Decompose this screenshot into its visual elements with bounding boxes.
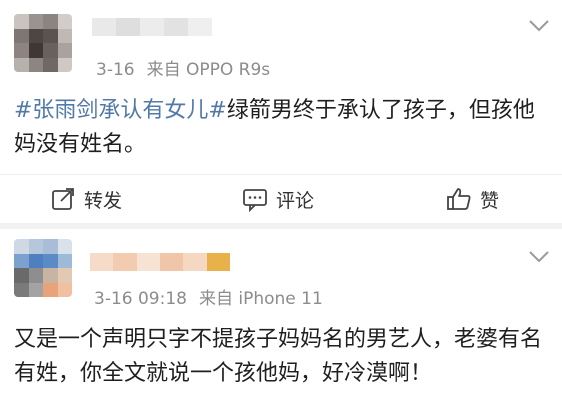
- post-time: 3-16: [96, 60, 135, 80]
- post-content: 又是一个声明只字不提孩子妈妈名的男艺人，老婆有名有姓，你全文就说一个孩他妈，好冷…: [14, 323, 546, 391]
- post-content: #张雨剑承认有女儿#绿箭男终于承认了孩子，但孩他妈没有姓名。: [14, 94, 546, 162]
- comment-icon: [243, 189, 267, 212]
- post-text: 又是一个声明只字不提孩子妈妈名的男艺人，老婆有名有姓，你全文就说一个孩他妈，好冷…: [14, 327, 543, 386]
- post-meta: 3-16 09:18 来自 iPhone 11: [94, 284, 323, 309]
- avatar-blurred[interactable]: [14, 239, 72, 297]
- like-button[interactable]: 赞: [446, 175, 499, 223]
- post-source: 来自 iPhone 11: [198, 289, 323, 309]
- action-bar: 转发 评论 赞: [0, 175, 562, 223]
- post-meta: 3-16 来自 OPPO R9s: [96, 55, 270, 80]
- chevron-down-icon[interactable]: [528, 249, 550, 265]
- comment-button[interactable]: 评论: [242, 175, 314, 223]
- thumbs-up-icon: [447, 188, 471, 210]
- like-label: 赞: [480, 189, 500, 212]
- post-time: 3-16 09:18: [94, 289, 187, 309]
- hashtag-link[interactable]: #张雨剑承认有女儿#: [14, 98, 227, 123]
- avatar-blurred[interactable]: [14, 14, 72, 72]
- chevron-down-icon[interactable]: [528, 18, 550, 34]
- post-1: 3-16 来自 OPPO R9s #张雨剑承认有女儿#绿箭男终于承认了孩子，但孩他…: [0, 0, 562, 174]
- repost-label: 转发: [84, 189, 123, 212]
- post-source: 来自 OPPO R9s: [146, 60, 271, 80]
- post-2: 3-16 09:18 来自 iPhone 11 又是一个声明只字不提孩子妈妈名的男…: [0, 229, 562, 401]
- comment-label: 评论: [276, 189, 315, 212]
- username-blurred[interactable]: [92, 18, 212, 36]
- repost-icon: [52, 188, 74, 210]
- username-blurred[interactable]: [90, 253, 230, 271]
- repost-button[interactable]: 转发: [50, 175, 122, 223]
